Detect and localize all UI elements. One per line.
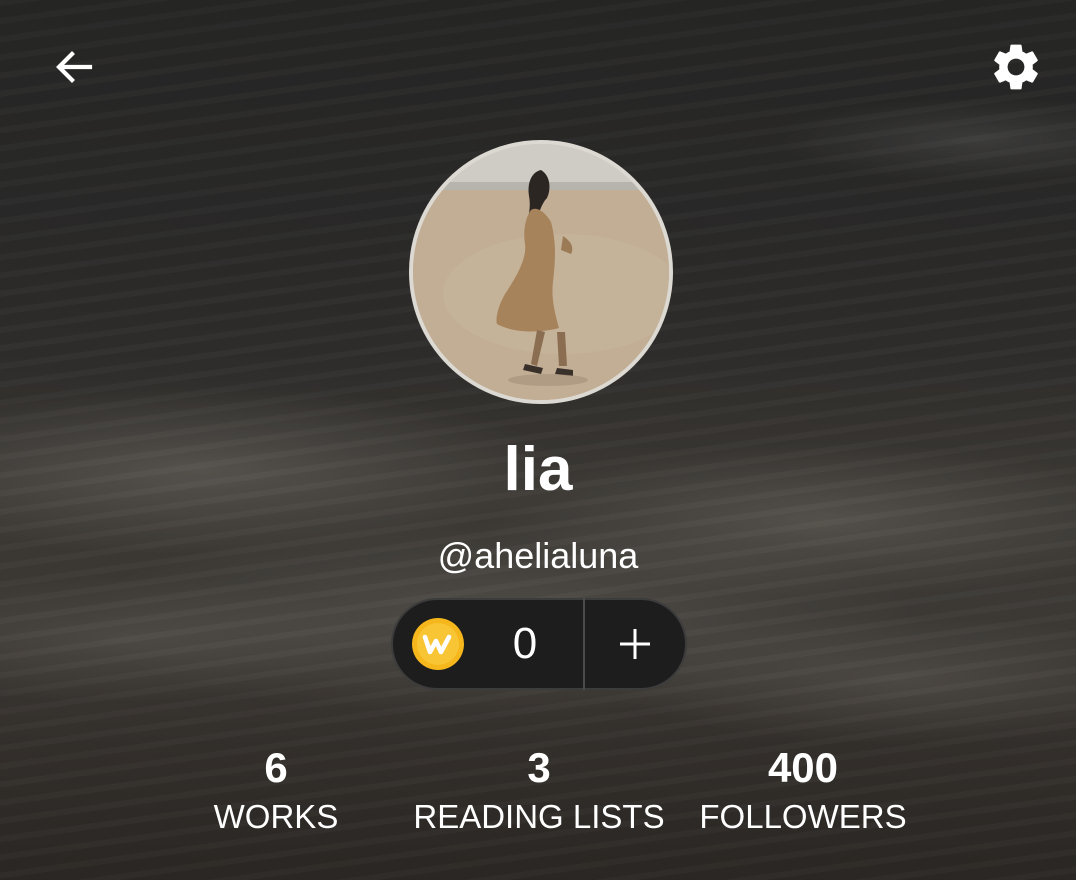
avatar-photo (413, 144, 669, 400)
settings-button[interactable] (984, 35, 1048, 99)
plus-icon (620, 629, 650, 659)
coin-icon (412, 618, 464, 670)
username: @ahelialuna (437, 535, 639, 576)
stat-works-value: 6 (264, 744, 288, 791)
coin-balance-button[interactable]: 0 (393, 600, 583, 688)
stat-followers[interactable]: 400 FOLLOWERS (690, 742, 916, 840)
stat-reading-lists[interactable]: 3 READING LISTS (404, 742, 674, 840)
buy-coins-button[interactable] (585, 600, 685, 688)
stat-followers-value: 400 (767, 744, 839, 791)
coin-balance-pill: 0 (391, 598, 687, 690)
stat-works[interactable]: 6 WORKS (196, 742, 356, 840)
back-arrow-icon (56, 51, 93, 83)
stat-followers-label: FOLLOWERS (699, 798, 907, 835)
avatar[interactable] (409, 140, 673, 404)
coin-count: 0 (512, 619, 538, 668)
stat-reading-lists-label: READING LISTS (413, 798, 665, 835)
display-name: lia (503, 435, 573, 504)
back-button[interactable] (42, 35, 106, 99)
stat-reading-lists-value: 3 (527, 744, 551, 791)
profile-screen: lia @ahelialuna 0 6 WORKS 3 READING LIST… (0, 0, 1076, 880)
stat-works-label: WORKS (213, 798, 339, 835)
gear-icon (994, 44, 1038, 90)
